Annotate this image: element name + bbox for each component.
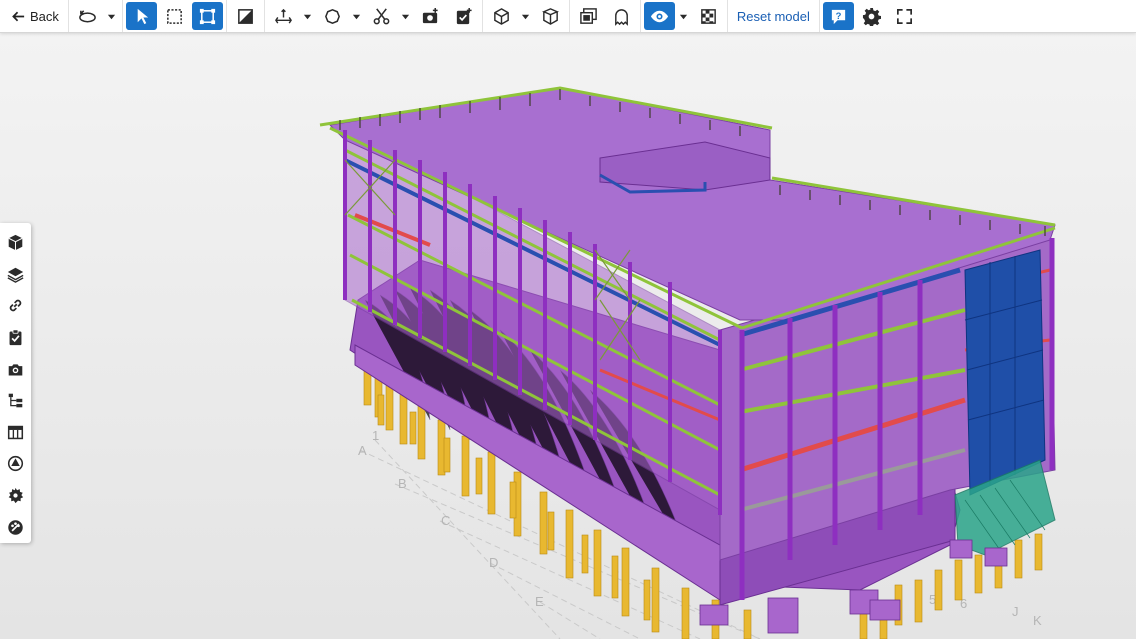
- transparency-button[interactable]: [693, 2, 724, 30]
- fit-button[interactable]: [191, 2, 223, 30]
- ghost-group: [227, 0, 265, 32]
- table-icon: [7, 425, 24, 440]
- cloud-markup-icon: [324, 8, 340, 24]
- markup-button[interactable]: [317, 2, 348, 30]
- building-model[interactable]: A 1 B C D E 5 6 J K: [0, 33, 1136, 639]
- caret-down-icon: [402, 14, 410, 19]
- camera-icon: [8, 364, 23, 376]
- sidebar-item-layers[interactable]: [0, 259, 31, 291]
- sidebar-item-extensions[interactable]: [0, 480, 31, 512]
- caret-down-icon: [522, 14, 530, 19]
- section-box-icon: [494, 7, 509, 25]
- help-button[interactable]: ?: [822, 2, 854, 30]
- sidebar-item-todos[interactable]: [0, 322, 31, 354]
- section-group: [483, 0, 570, 32]
- ghost-toggle-icon: [237, 8, 253, 24]
- help-icon: ?: [831, 9, 846, 24]
- caret-down-icon: [108, 14, 116, 19]
- checker-icon: [701, 8, 716, 24]
- svg-text:K: K: [1033, 613, 1042, 628]
- eye-icon: [650, 10, 668, 22]
- clip-button[interactable]: [366, 2, 397, 30]
- fullscreen-button[interactable]: [889, 2, 920, 30]
- ghost-toggle-button[interactable]: [230, 2, 261, 30]
- orbit-icon: [79, 9, 96, 22]
- link-icon: [9, 300, 22, 312]
- reset-group: Reset model: [728, 0, 820, 32]
- explode-button[interactable]: [535, 2, 566, 30]
- ghost-icon: [614, 8, 628, 26]
- facade-panels: [964, 249, 1046, 496]
- area-select-button[interactable]: [159, 2, 190, 30]
- sidebar-item-objects[interactable]: [0, 227, 31, 259]
- select-button[interactable]: [125, 2, 157, 30]
- fit-bounds-icon: [199, 8, 216, 24]
- sidebar-item-tree[interactable]: [0, 385, 31, 417]
- visibility-dropdown[interactable]: [677, 2, 691, 30]
- measure-dropdown[interactable]: [301, 2, 315, 30]
- svg-text:C: C: [441, 513, 450, 528]
- tools-group: [265, 0, 483, 32]
- back-label: Back: [30, 8, 59, 24]
- markup-dropdown[interactable]: [350, 2, 364, 30]
- ghost-object-button[interactable]: [606, 2, 637, 30]
- clipboard-check-icon: [9, 329, 22, 346]
- model-viewport[interactable]: A 1 B C D E 5 6 J K: [0, 33, 1136, 639]
- open-box-icon: [541, 7, 559, 25]
- svg-text:E: E: [535, 594, 544, 609]
- sidebar-item-links[interactable]: [0, 290, 31, 322]
- section-dropdown[interactable]: [519, 2, 533, 30]
- cube-icon: [8, 235, 23, 251]
- measure-icon: [274, 8, 292, 24]
- sidebar-item-clash[interactable]: [0, 511, 31, 543]
- camera-add-icon: [422, 7, 438, 23]
- svg-text:D: D: [489, 555, 498, 570]
- measure-button[interactable]: [268, 2, 299, 30]
- main-toolbar: Back Reset model ?: [0, 0, 1136, 33]
- orbit-dropdown[interactable]: [105, 2, 119, 30]
- section-box-button[interactable]: [486, 2, 517, 30]
- caret-down-icon: [304, 14, 312, 19]
- cursor-icon: [137, 8, 149, 24]
- tree-icon: [8, 393, 23, 408]
- svg-text:1: 1: [372, 428, 379, 443]
- fullscreen-icon: [896, 8, 912, 24]
- left-sidebar: [0, 223, 31, 543]
- visibility-group: [641, 0, 728, 32]
- stacked-views-icon: [580, 7, 597, 24]
- misc-group: ?: [820, 0, 923, 32]
- visibility-button[interactable]: [643, 2, 675, 30]
- settings-button[interactable]: [856, 2, 887, 30]
- sidebar-item-table[interactable]: [0, 417, 31, 449]
- caret-down-icon: [353, 14, 361, 19]
- shapes-icon: [7, 456, 24, 472]
- sidebar-item-reference-models[interactable]: [0, 448, 31, 480]
- svg-text:?: ?: [835, 10, 841, 21]
- orbit-button[interactable]: [72, 2, 103, 30]
- back-group: Back: [0, 0, 69, 32]
- views-group: [570, 0, 641, 32]
- views-button[interactable]: [573, 2, 604, 30]
- gear-icon: [862, 7, 881, 26]
- gear-burst-icon: [8, 487, 24, 504]
- svg-text:J: J: [1012, 604, 1019, 619]
- scissors-icon: [373, 7, 390, 24]
- selection-group: [123, 0, 227, 32]
- navigation-group: [69, 0, 123, 32]
- todo-add-icon: [456, 7, 472, 24]
- snapshot-button[interactable]: [415, 2, 446, 30]
- reset-model-button[interactable]: Reset model: [731, 2, 816, 30]
- clip-dropdown[interactable]: [399, 2, 413, 30]
- palette-icon: [8, 519, 23, 535]
- arrow-left-icon: [12, 11, 25, 21]
- sidebar-item-snapshots[interactable]: [0, 353, 31, 385]
- caret-down-icon: [680, 14, 688, 19]
- back-button[interactable]: Back: [3, 2, 65, 30]
- layers-icon: [7, 267, 24, 283]
- svg-text:A: A: [358, 443, 367, 458]
- svg-text:B: B: [398, 476, 407, 491]
- add-todo-button[interactable]: [448, 2, 479, 30]
- area-select-icon: [166, 8, 182, 24]
